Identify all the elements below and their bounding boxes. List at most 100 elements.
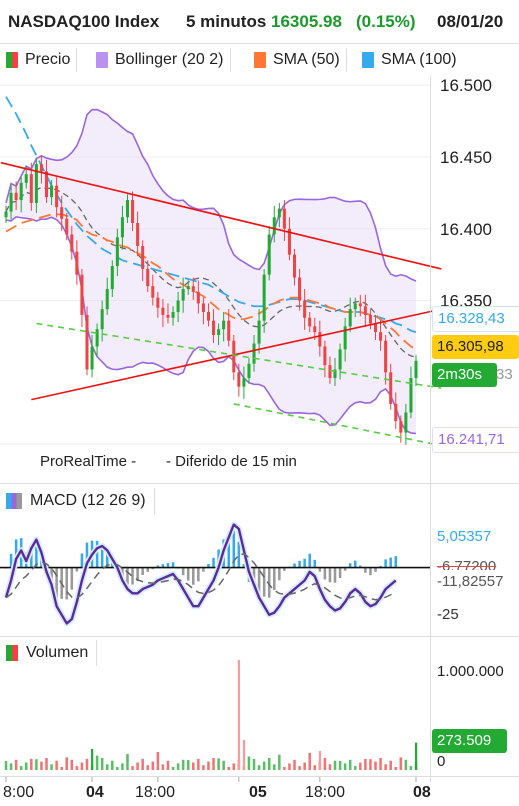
- volume-bar: [217, 758, 220, 770]
- volume-bar: [186, 760, 190, 770]
- volume-bar: [303, 762, 306, 770]
- candle-body: [105, 289, 109, 310]
- macd-histogram-bar: [278, 567, 281, 581]
- candle-body: [358, 303, 362, 307]
- candle-body: [125, 200, 129, 218]
- volume-bar: [328, 764, 332, 770]
- candle-body: [14, 192, 18, 201]
- candle-body: [282, 208, 286, 229]
- sma100-value-label: 16.328,43: [432, 306, 519, 332]
- countdown-label: 2m30s: [432, 363, 497, 387]
- candle-body: [363, 306, 367, 315]
- macd-histogram-bar: [192, 567, 195, 585]
- volume-bar: [131, 766, 134, 770]
- volume-bar: [207, 761, 210, 770]
- macd-histogram-bar: [333, 567, 337, 583]
- volume-spike-bar: [91, 749, 94, 770]
- macd-histogram-bar: [197, 567, 200, 582]
- candle-body: [348, 309, 352, 327]
- volume-bar: [389, 760, 392, 770]
- candle-body: [80, 274, 84, 315]
- volume-bars: [4, 660, 418, 770]
- macd-histogram-bar: [369, 567, 372, 576]
- candle-body: [110, 266, 114, 290]
- volume-bar: [151, 761, 155, 770]
- macd-icon: [6, 493, 22, 509]
- volume-bar: [176, 763, 180, 770]
- volume-bar: [14, 759, 18, 770]
- volume-bar: [60, 767, 63, 770]
- candle-body: [50, 185, 54, 198]
- volume-last-label: 273.509: [432, 729, 507, 753]
- candle-body: [277, 208, 281, 218]
- volume-bar: [278, 754, 281, 770]
- macd-histogram-bar: [186, 567, 190, 581]
- candle-body: [293, 254, 297, 278]
- volume-bar: [273, 764, 276, 770]
- volume-bar: [283, 767, 286, 770]
- time-axis-tick: 18:00: [135, 784, 175, 801]
- macd-histogram-bar: [384, 559, 387, 568]
- volume-bar: [116, 767, 119, 770]
- price-axis-tick: 16.500: [440, 76, 492, 95]
- volume-bar: [379, 758, 382, 770]
- volume-bar: [95, 755, 99, 770]
- macd-histogram-bar: [313, 559, 317, 568]
- bollinger-bands: [5, 108, 417, 435]
- candle-body: [201, 303, 205, 313]
- candle-body: [115, 237, 119, 267]
- candle-body: [156, 297, 160, 308]
- macd-line: [4, 523, 397, 625]
- volume-bar: [353, 766, 357, 770]
- candle-body: [272, 217, 276, 235]
- volume-bar: [45, 758, 48, 770]
- volume-bar: [171, 767, 175, 770]
- chart-canvas[interactable]: 16.50016.45016.40016.35016.2508:000418:0…: [0, 0, 519, 806]
- macd-plot: [0, 521, 430, 627]
- volume-bar: [298, 766, 301, 770]
- candle-body: [414, 360, 418, 379]
- macd-histogram-bar: [141, 567, 144, 575]
- volume-bar: [247, 756, 251, 770]
- volume-legend[interactable]: Volumen: [0, 640, 98, 666]
- volume-bar: [313, 765, 317, 770]
- candle-body: [399, 421, 403, 433]
- candle-body: [85, 314, 89, 370]
- volume-bar: [227, 767, 230, 770]
- candle-body: [373, 323, 378, 333]
- volume-bar: [399, 757, 403, 770]
- volume-bar: [100, 758, 104, 770]
- candle-body: [186, 286, 190, 290]
- volume-bar: [222, 760, 225, 770]
- candle-body: [368, 314, 372, 324]
- candle-body: [262, 274, 266, 321]
- candle-body: [338, 349, 342, 370]
- candle-body: [181, 289, 185, 301]
- candle-body: [75, 251, 79, 275]
- candle-body: [146, 268, 150, 287]
- candle-body: [166, 314, 170, 318]
- volume-spike-bar: [415, 742, 418, 770]
- panel-separator-volume: [0, 636, 519, 637]
- volume-bar: [202, 765, 205, 770]
- bollinger-low-label: 16.241,71: [432, 427, 519, 453]
- volume-bar: [308, 752, 311, 770]
- volume-bar: [232, 763, 236, 770]
- candle-body: [328, 365, 332, 379]
- volume-bar: [404, 759, 408, 770]
- macd-legend[interactable]: MACD (12 26 9): [0, 488, 155, 514]
- macd-signal-value: -11,82557: [432, 570, 519, 594]
- volume-icon: [6, 645, 18, 661]
- macd-title: MACD (12 26 9): [30, 492, 146, 509]
- volume-bar: [394, 767, 398, 770]
- volume-bar: [333, 760, 337, 770]
- candle-body: [136, 223, 140, 246]
- candle-body: [318, 332, 322, 347]
- candle-body: [34, 164, 38, 203]
- volume-spike-bar: [242, 740, 246, 770]
- candle-body: [191, 286, 195, 292]
- volume-bar: [146, 765, 149, 770]
- macd-axis-tick: -25: [437, 606, 459, 623]
- macd-histogram-bar: [328, 567, 332, 583]
- candle-body: [257, 320, 261, 344]
